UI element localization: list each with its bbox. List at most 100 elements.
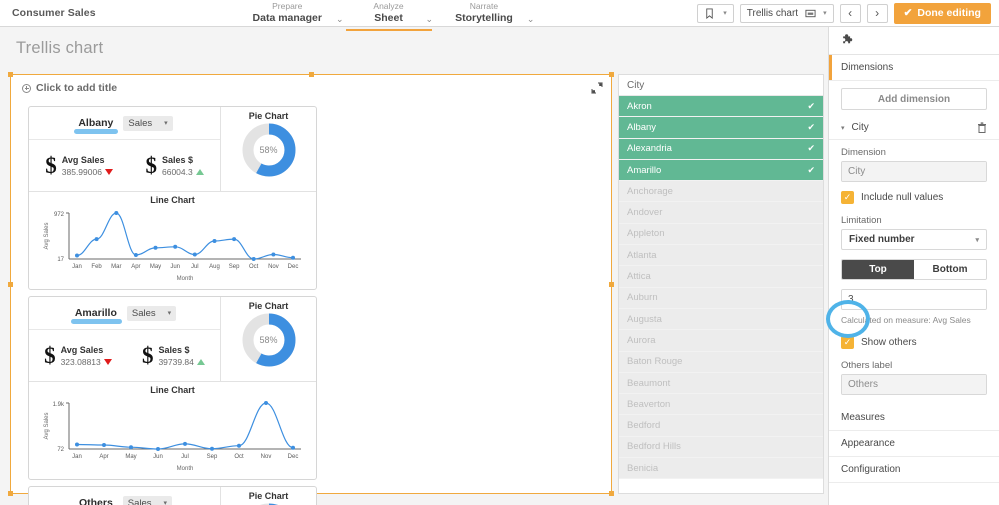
show-others-row[interactable]: ✓ Show others — [841, 336, 987, 349]
accordion-configuration[interactable]: Configuration — [829, 457, 999, 483]
nav-kicker: Analyze — [373, 1, 404, 11]
cell-bottom: Line Chart Avg Sales 1.9k 72 Jan Apr May Jun Jul… — [29, 382, 316, 479]
nav-sheet-caret-icon[interactable]: ⌄ — [420, 14, 448, 25]
resize-handle-tl[interactable] — [8, 72, 13, 77]
city-list-item[interactable]: Auburn — [619, 287, 823, 309]
nav-data-manager-caret-icon[interactable]: ⌄ — [330, 14, 358, 25]
city-list-item[interactable]: Andover — [619, 202, 823, 224]
city-list-item[interactable]: Beaumont — [619, 372, 823, 395]
fullscreen-expand-icon[interactable] — [591, 82, 603, 94]
accordion-measures[interactable]: Measures — [829, 405, 999, 431]
resize-handle-bl[interactable] — [8, 491, 13, 496]
city-list-item[interactable]: Bedford Hills — [619, 436, 823, 459]
city-list-item[interactable]: Bedford — [619, 415, 823, 437]
svg-text:Feb: Feb — [91, 264, 102, 270]
chart-type-selector[interactable]: Trellis chart ▾ — [739, 3, 834, 23]
city-list-item[interactable]: Appleton — [619, 223, 823, 246]
properties-tabbar — [829, 27, 999, 55]
show-others-checkbox[interactable]: ✓ — [841, 336, 854, 349]
kpi-value: 385.99006 — [62, 166, 113, 178]
measure-selector[interactable]: Sales ▾ — [126, 305, 177, 321]
dimension-item-label: City — [851, 122, 869, 133]
svg-text:Dec: Dec — [287, 264, 298, 270]
dimension-link-button[interactable] — [986, 162, 987, 181]
next-sheet-button[interactable]: › — [866, 3, 888, 23]
city-name-label: Augusta — [627, 313, 662, 325]
kpi-column: Albany Sales ▾ $ Avg Sales 385.99006 $ Sales $6… — [29, 107, 221, 191]
dimension-list-item-city[interactable]: ▾ City — [829, 116, 999, 140]
resize-handle-tr[interactable] — [609, 72, 614, 77]
svg-text:Avg Sales: Avg Sales — [44, 223, 50, 250]
limitation-select[interactable]: Fixed number ▾ — [841, 229, 987, 250]
check-icon: ✔ — [807, 143, 815, 154]
check-icon: ✔ — [807, 100, 815, 111]
kpi-row: $ Avg Sales 385.99006 $ Sales $66004.3 — [29, 140, 220, 191]
svg-text:Sep: Sep — [206, 454, 217, 460]
dollar-icon: $ — [145, 153, 157, 178]
chevron-down-icon[interactable]: ▾ — [841, 124, 845, 132]
include-null-checkbox[interactable]: ✓ — [841, 191, 854, 204]
city-list-item[interactable]: Aurora — [619, 330, 823, 352]
include-null-label: Include null values — [861, 192, 944, 203]
puzzle-piece-icon[interactable] — [841, 33, 856, 48]
city-list-item[interactable]: Amarillo ✔ — [619, 159, 823, 182]
svg-text:Apr: Apr — [131, 264, 140, 270]
fixed-number-input[interactable] — [842, 290, 986, 309]
trellis-cell[interactable]: Amarillo Sales ▾ $ Avg Sales 323.08813 $ Sales … — [25, 293, 320, 483]
plus-circle-icon — [22, 83, 31, 93]
prev-sheet-button[interactable]: ‹ — [839, 3, 861, 23]
kpi-sales-total: $ Sales $66004.3 — [145, 153, 204, 178]
measure-selector[interactable]: Sales ▾ — [122, 495, 173, 505]
check-icon: ✔ — [807, 164, 815, 175]
kpi-text: Avg Sales 385.99006 — [62, 154, 113, 178]
properties-panel: Dimensions Add dimension ▾ City Dimensio… — [828, 27, 999, 505]
trash-icon[interactable] — [977, 122, 987, 133]
city-list-item[interactable]: Beaverton — [619, 394, 823, 416]
city-list-item[interactable]: Attica — [619, 266, 823, 288]
city-list-item[interactable]: Alexandria ✔ — [619, 138, 823, 160]
include-null-values-row[interactable]: ✓ Include null values — [841, 191, 987, 204]
city-name-label: Appleton — [627, 228, 665, 240]
resize-handle-ml[interactable] — [8, 282, 13, 287]
svg-text:Mar: Mar — [111, 264, 121, 270]
bookmark-button[interactable]: ▾ — [697, 3, 734, 23]
measure-selector[interactable]: Sales ▾ — [123, 115, 173, 131]
city-filter-panel[interactable]: City Akron ✔ Albany ✔ Alexandria ✔ Amarillo ✔ An… — [618, 74, 824, 494]
trend-up-icon — [195, 168, 204, 175]
dimension-field-input[interactable] — [842, 162, 986, 181]
others-label-expression-button[interactable]: fx — [986, 375, 987, 394]
city-list-item[interactable]: Albany ✔ — [619, 117, 823, 139]
cell-top: Amarillo Sales ▾ $ Avg Sales 323.08813 $ Sales … — [29, 297, 316, 382]
pie-chart-title: Pie Chart — [248, 111, 289, 121]
nav-sheet[interactable]: Analyze Sheet — [345, 0, 432, 31]
add-dimension-button[interactable]: Add dimension — [841, 88, 987, 110]
trellis-cell[interactable]: Albany Sales ▾ $ Avg Sales 385.99006 $ Sales $6… — [25, 103, 320, 293]
top-bottom-toggle[interactable]: Top Bottom — [841, 259, 987, 280]
city-list-item[interactable]: Atlanta — [619, 245, 823, 267]
dimension-field-area: Dimension ✓ Include null values Limitati… — [829, 140, 999, 403]
city-list-item[interactable]: Akron ✔ — [619, 96, 823, 118]
top-toolbar: Consumer Sales Prepare Data manager ⌄ An… — [0, 0, 999, 31]
others-label-input-wrap: fx — [841, 374, 987, 395]
done-editing-button[interactable]: ✔ Done editing — [893, 2, 991, 24]
segment-bottom[interactable]: Bottom — [914, 260, 986, 279]
city-list-item[interactable]: Anchorage — [619, 181, 823, 203]
accordion-appearance[interactable]: Appearance — [829, 431, 999, 457]
trellis-chart-container[interactable]: Click to add title Albany Sales ▾ $ Avg Sale… — [8, 72, 614, 505]
others-label-input[interactable] — [842, 375, 986, 394]
nav-storytelling-caret-icon[interactable]: ⌄ — [521, 14, 549, 25]
trellis-cell[interactable]: OthersSales▾$Avg Sales11.67625$Sales $18… — [25, 483, 320, 505]
nav-data-manager[interactable]: Prepare Data manager — [245, 0, 330, 27]
city-list-item[interactable]: Benicia — [619, 458, 823, 480]
resize-handle-tc[interactable] — [309, 72, 314, 77]
accordion-dimensions[interactable]: Dimensions — [829, 55, 999, 81]
segment-top[interactable]: Top — [842, 260, 914, 279]
svg-text:17: 17 — [57, 257, 64, 263]
nav-storytelling[interactable]: Narrate Storytelling — [447, 0, 521, 27]
add-title-button[interactable]: Click to add title — [22, 82, 611, 94]
nav-label: Storytelling — [455, 12, 513, 24]
city-list-item[interactable]: Baton Rouge — [619, 351, 823, 373]
fixed-number-expression-button[interactable]: fx — [986, 290, 987, 309]
nav-kicker: Prepare — [272, 1, 303, 11]
city-list-item[interactable]: Augusta — [619, 308, 823, 331]
